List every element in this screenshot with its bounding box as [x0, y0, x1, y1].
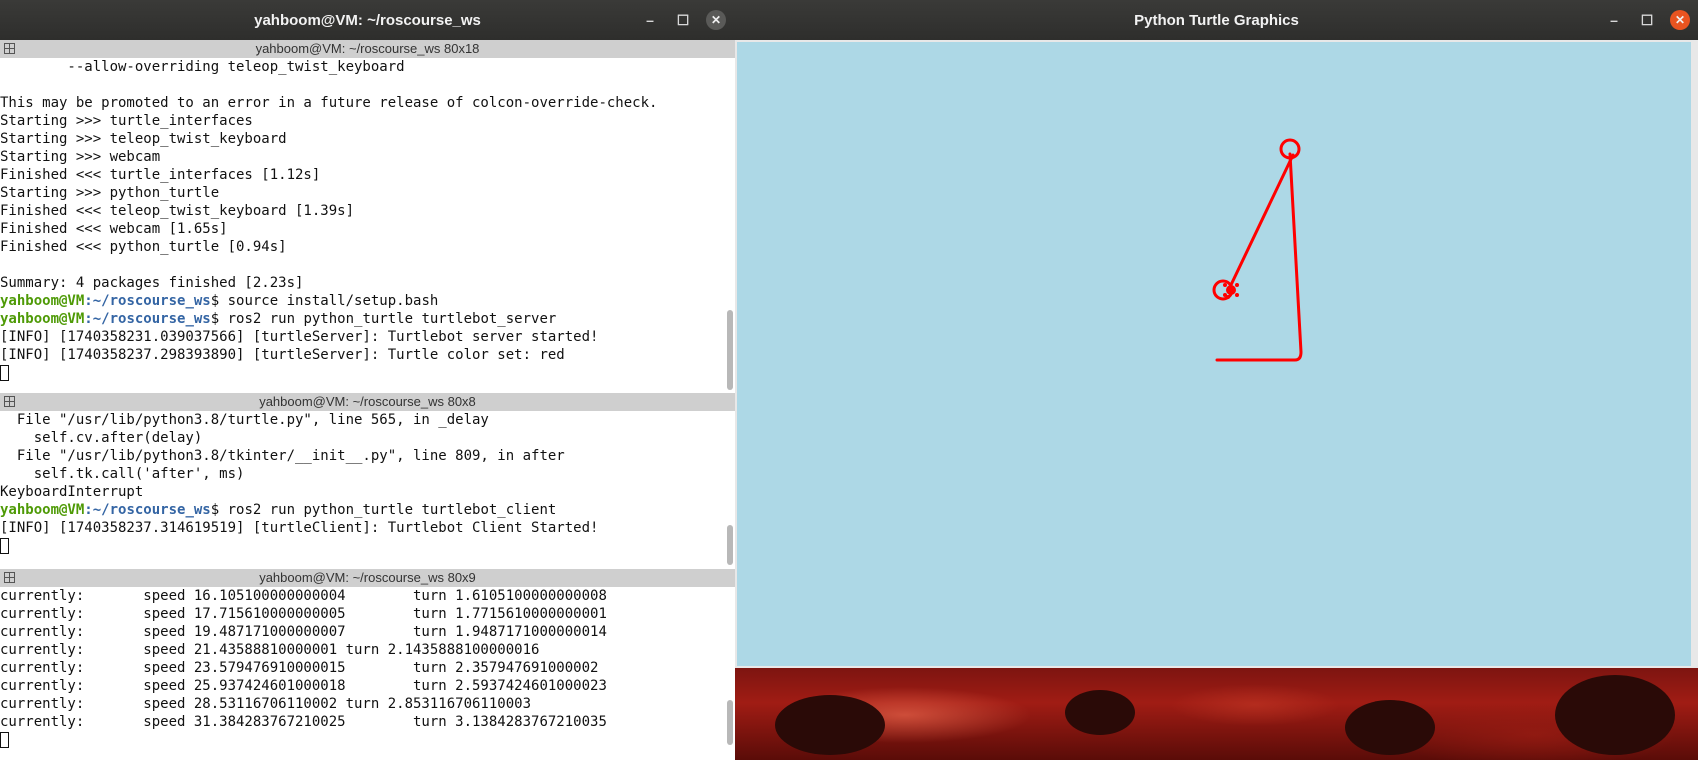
turtle-drawing — [1212, 138, 1303, 362]
terminal-line: Summary: 4 packages finished [2.23s] — [0, 275, 304, 291]
wallpaper-rock — [775, 695, 885, 755]
prompt-command: $ source install/setup.bash — [210, 293, 439, 309]
terminal-line: currently: speed 31.384283767210025 turn… — [0, 714, 607, 730]
terminal-line: currently: speed 16.105100000000004 turn… — [0, 588, 607, 604]
desktop-wallpaper — [735, 665, 1698, 760]
text-cursor — [0, 732, 9, 748]
prompt-user: yahboom@VM — [0, 502, 85, 518]
terminal-line: yahboom@VM:~/roscourse_ws$ source instal… — [0, 292, 725, 310]
terminal-line: [INFO] [1740358237.314619519] [turtleCli… — [0, 520, 599, 536]
terminal-line — [0, 537, 725, 555]
pane-header[interactable]: yahboom@VM: ~/roscourse_ws 80x18 — [0, 40, 735, 58]
terminal-line: yahboom@VM:~/roscourse_ws$ ros2 run pyth… — [0, 501, 725, 519]
prompt-command: $ ros2 run python_turtle turtlebot_serve… — [210, 311, 557, 327]
prompt-user: yahboom@VM — [0, 293, 85, 309]
prompt-path: :~/roscourse_ws — [84, 293, 211, 309]
prompt-path: :~/roscourse_ws — [84, 311, 211, 327]
pane-header[interactable]: yahboom@VM: ~/roscourse_ws 80x8 — [0, 393, 735, 411]
terminal-line: File "/usr/lib/python3.8/turtle.py", lin… — [0, 412, 489, 428]
terminal-line: currently: speed 28.53116706110002 turn … — [0, 696, 532, 712]
terminal-line: self.cv.after(delay) — [0, 430, 203, 446]
turtle-window-title: Python Turtle Graphics — [1134, 11, 1299, 29]
terminal-pane[interactable]: currently: speed 16.105100000000004 turn… — [0, 587, 725, 760]
split-grid-icon[interactable] — [4, 43, 15, 54]
terminal-line: Finished <<< webcam [1.65s] — [0, 221, 228, 237]
split-grid-icon[interactable] — [4, 572, 15, 583]
minimize-button[interactable]: – — [640, 10, 660, 30]
terminal-line: Starting >>> turtle_interfaces — [0, 113, 253, 129]
prompt-user: yahboom@VM — [0, 311, 85, 327]
terminal-line — [0, 731, 725, 749]
wallpaper-rock — [1065, 690, 1135, 735]
terminal-line: [INFO] [1740358237.298393890] [turtleSer… — [0, 347, 565, 363]
terminal-line — [0, 364, 725, 382]
split-grid-icon[interactable] — [4, 396, 15, 407]
terminal-window: yahboom@VM: ~/roscourse_ws 80x18 --allow… — [0, 40, 735, 760]
text-cursor — [0, 365, 9, 381]
terminal-line: yahboom@VM:~/roscourse_ws$ ros2 run pyth… — [0, 310, 725, 328]
scrollbar[interactable] — [727, 700, 733, 745]
terminal-line: currently: speed 21.43588810000001 turn … — [0, 642, 540, 658]
scrollbar[interactable] — [727, 525, 733, 565]
turtle-path-segment — [1215, 152, 1303, 362]
pane-title: yahboom@VM: ~/roscourse_ws 80x9 — [259, 570, 476, 585]
canvas-scrollbar[interactable] — [1693, 40, 1698, 668]
maximize-button[interactable]: ☐ — [673, 10, 693, 30]
turtle-titlebar[interactable]: Python Turtle Graphics – ☐ ✕ — [735, 0, 1698, 40]
pane-title: yahboom@VM: ~/roscourse_ws 80x18 — [255, 41, 480, 56]
close-button[interactable]: ✕ — [706, 10, 726, 30]
pane-header[interactable]: yahboom@VM: ~/roscourse_ws 80x9 — [0, 569, 735, 587]
maximize-button[interactable]: ☐ — [1637, 10, 1657, 30]
terminal-pane[interactable]: File "/usr/lib/python3.8/turtle.py", lin… — [0, 411, 725, 567]
terminal-line: currently: speed 17.715610000000005 turn… — [0, 606, 607, 622]
terminal-line: Starting >>> webcam — [0, 149, 161, 165]
terminal-line: File "/usr/lib/python3.8/tkinter/__init_… — [0, 448, 565, 464]
text-cursor — [0, 538, 9, 554]
terminal-line: self.tk.call('after', ms) — [0, 466, 245, 482]
terminal-titlebar[interactable]: yahboom@VM: ~/roscourse_ws – ☐ ✕ — [0, 0, 735, 40]
terminal-line: This may be promoted to an error in a fu… — [0, 95, 658, 111]
terminal-line: currently: speed 19.487171000000007 turn… — [0, 624, 607, 640]
prompt-path: :~/roscourse_ws — [84, 502, 211, 518]
terminal-line: Finished <<< python_turtle [0.94s] — [0, 239, 287, 255]
terminal-line: KeyboardInterrupt — [0, 484, 144, 500]
terminal-line: --allow-overriding teleop_twist_keyboard — [0, 59, 405, 75]
terminal-pane[interactable]: --allow-overriding teleop_twist_keyboard… — [0, 58, 725, 400]
terminal-line: Finished <<< turtle_interfaces [1.12s] — [0, 167, 321, 183]
terminal-line: [INFO] [1740358231.039037566] [turtleSer… — [0, 329, 599, 345]
terminal-line: currently: speed 25.937424601000018 turn… — [0, 678, 607, 694]
scrollbar[interactable] — [727, 310, 733, 390]
close-button[interactable]: ✕ — [1670, 10, 1690, 30]
wallpaper-rock — [1345, 700, 1435, 755]
terminal-line: Finished <<< teleop_twist_keyboard [1.39… — [0, 203, 355, 219]
turtle-canvas[interactable] — [735, 40, 1693, 668]
prompt-command: $ ros2 run python_turtle turtlebot_clien… — [210, 502, 557, 518]
terminal-line: Starting >>> python_turtle — [0, 185, 220, 201]
minimize-button[interactable]: – — [1604, 10, 1624, 30]
terminal-line: Starting >>> teleop_twist_keyboard — [0, 131, 287, 147]
pane-title: yahboom@VM: ~/roscourse_ws 80x8 — [259, 394, 476, 409]
turtle-path-segment — [1228, 153, 1295, 289]
terminal-line: currently: speed 23.579476910000015 turn… — [0, 660, 599, 676]
terminal-title: yahboom@VM: ~/roscourse_ws — [254, 11, 481, 29]
wallpaper-rock — [1555, 675, 1675, 755]
